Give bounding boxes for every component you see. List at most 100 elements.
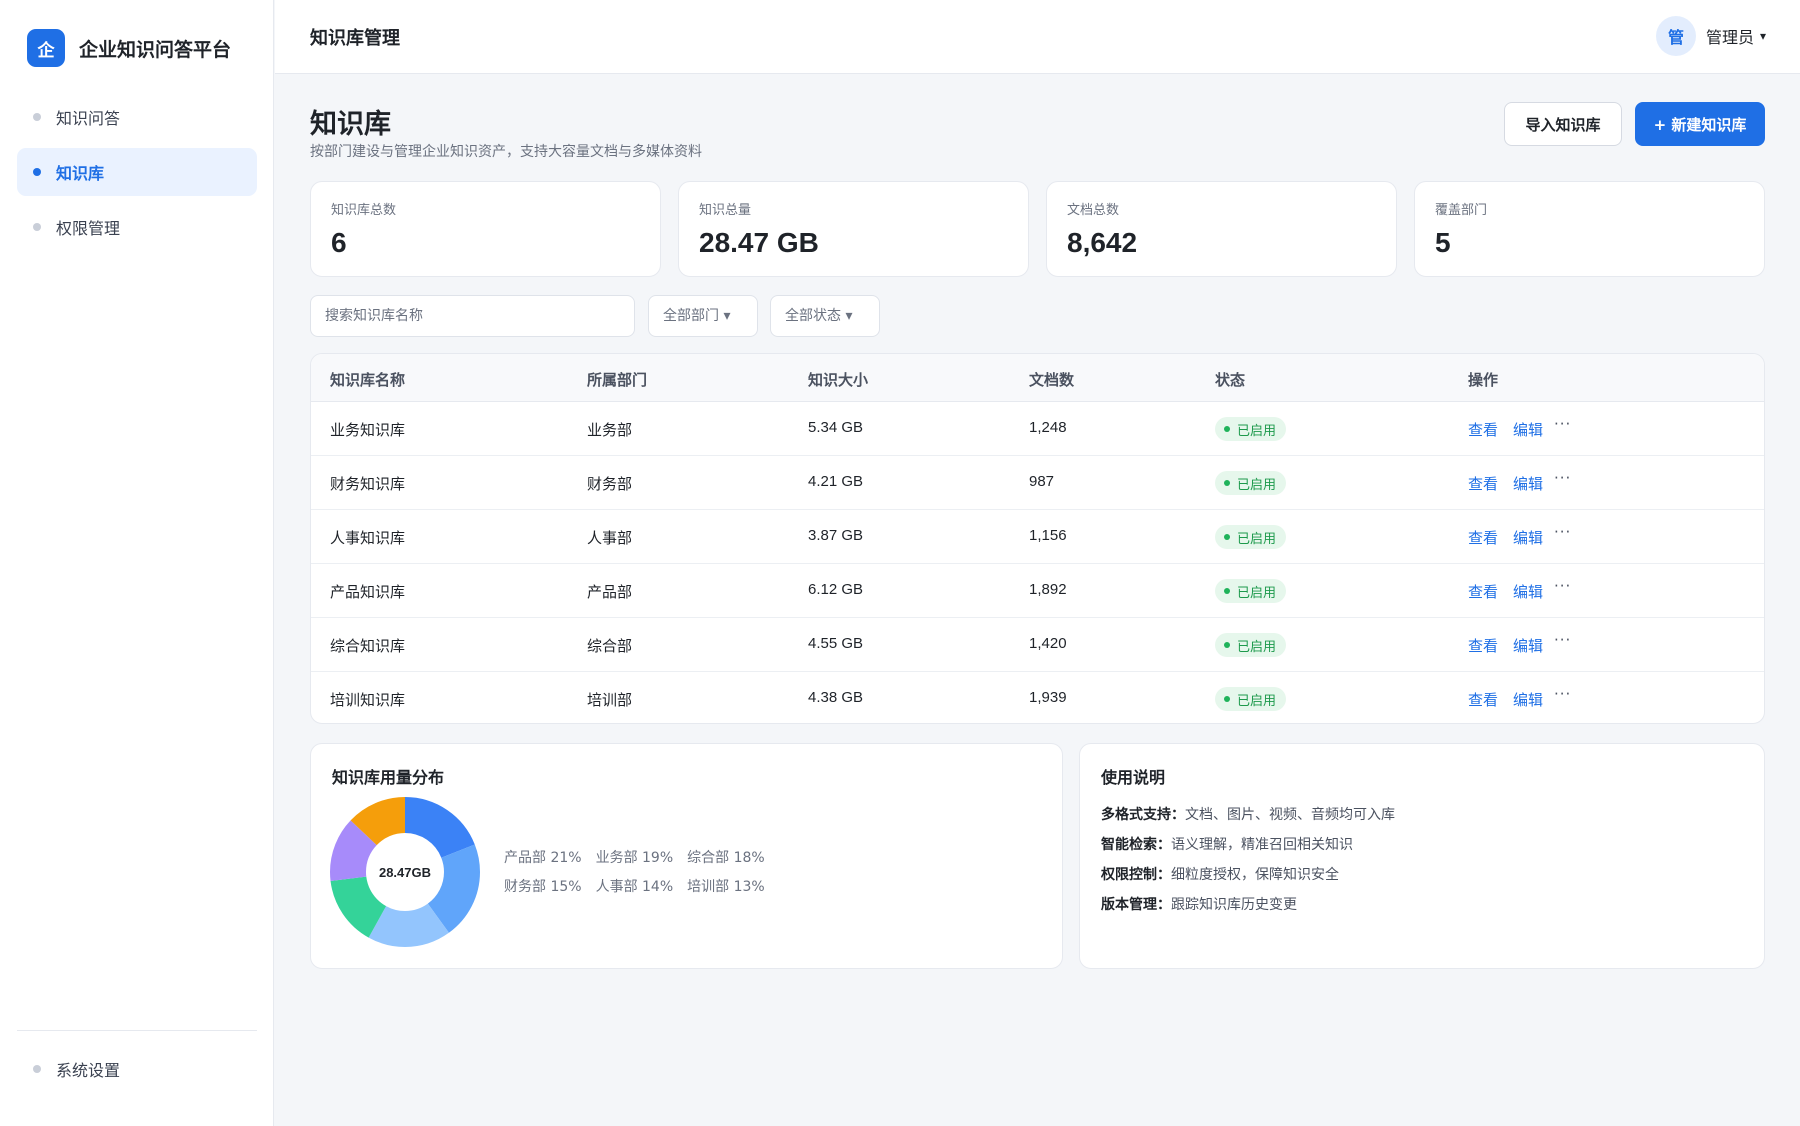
status-dot-icon [1224,588,1230,594]
more-actions-icon[interactable]: ··· [1554,685,1571,703]
search-input[interactable]: 搜索知识库名称 [310,295,635,337]
status-badge-label: 已启用 [1237,639,1277,655]
legend-item: 产品部 21% [504,850,582,866]
usage-instructions-card: 使用说明 多格式支持：文档、图片、视频、音频均可入库 智能检索：语义理解，精准召… [1079,743,1765,969]
table-header: 知识库名称 所属部门 知识大小 文档数 状态 操作 [311,354,1764,402]
view-link[interactable]: 查看 [1468,527,1498,548]
usage-legend: 产品部 21% 业务部 19% 综合部 18% 财务部 15% 人事部 14% … [504,847,804,896]
sidebar-item-label: 知识问答 [56,109,121,128]
cell-department: 财务部 [587,475,633,493]
table-row[interactable]: 培训知识库 培训部 4.38 GB 1,939 已启用 查看 编辑 ··· [311,672,1764,723]
top-bar: 知识库管理 管 管理员 ▾ [275,0,1800,74]
help-item-text: 文档、图片、视频、音频均可入库 [1185,807,1395,823]
page-subtitle: 按部门建设与管理企业知识资产，支持大容量文档与多媒体资料 [310,144,702,160]
card-title: 使用说明 [1101,768,1166,787]
status-dot-icon [1224,534,1230,540]
bullet-icon [33,1065,41,1073]
view-link[interactable]: 查看 [1468,419,1498,440]
view-link[interactable]: 查看 [1468,473,1498,494]
help-item-key: 版本管理： [1101,897,1171,913]
edit-link[interactable]: 编辑 [1513,689,1543,710]
stat-card-kb-count: 知识库总数 6 [310,181,661,277]
edit-link[interactable]: 编辑 [1513,473,1543,494]
view-link[interactable]: 查看 [1468,689,1498,710]
header-title: 知识库管理 [310,28,400,49]
bullet-icon [33,223,41,231]
sidebar-item-settings[interactable]: 系统设置 [17,1045,257,1093]
table-row[interactable]: 财务知识库 财务部 4.21 GB 987 已启用 查看 编辑 ··· [311,456,1764,510]
view-link[interactable]: 查看 [1468,581,1498,602]
legend-item: 培训部 13% [687,879,765,895]
legend-item: 人事部 14% [595,879,674,895]
user-name: 管理员 [1705,28,1754,47]
legend-item: 财务部 15% [504,879,582,895]
user-menu[interactable]: 管 管理员 ▾ [1655,16,1766,56]
status-badge-label: 已启用 [1237,477,1277,493]
table-row[interactable]: 综合知识库 综合部 4.55 GB 1,420 已启用 查看 编辑 ··· [311,618,1764,672]
cell-doc-count: 1,892 [1029,581,1067,598]
view-link[interactable]: 查看 [1468,635,1498,656]
cell-kb-name: 产品知识库 [330,583,406,601]
stat-card-total-size: 知识总量 28.47 GB [678,181,1029,277]
cell-size: 6.12 GB [808,581,864,598]
sidebar: 企 企业知识问答平台 知识问答 知识库 权限管理 系统设置 [0,0,274,1126]
status-badge-label: 已启用 [1237,531,1277,547]
cell-department: 业务部 [587,421,633,439]
sidebar-item-qa[interactable]: 知识问答 [17,93,257,141]
stat-value: 8,642 [1067,227,1138,258]
cell-department: 产品部 [587,583,633,601]
help-item-text: 跟踪知识库历史变更 [1171,897,1297,913]
help-item-key: 权限控制： [1101,867,1171,883]
more-actions-icon[interactable]: ··· [1554,523,1571,541]
status-filter-dropdown[interactable]: 全部状态 ▾ [770,295,880,337]
table-row[interactable]: 产品知识库 产品部 6.12 GB 1,892 已启用 查看 编辑 ··· [311,564,1764,618]
cell-size: 4.55 GB [808,635,864,652]
edit-link[interactable]: 编辑 [1513,635,1543,656]
column-header-status: 状态 [1215,371,1246,389]
sidebar-item-label: 系统设置 [56,1061,121,1080]
more-actions-icon[interactable]: ··· [1554,577,1571,595]
more-actions-icon[interactable]: ··· [1554,631,1571,649]
cell-size: 3.87 GB [808,527,864,544]
help-item-key: 多格式支持： [1101,807,1185,823]
department-filter-dropdown[interactable]: 全部部门 ▾ [648,295,758,337]
app-logo: 企 [27,29,65,67]
chevron-down-icon: ▾ [1759,29,1766,43]
help-item: 多格式支持：文档、图片、视频、音频均可入库 [1101,804,1395,824]
stat-label: 知识总量 [699,203,752,218]
status-badge-label: 已启用 [1237,693,1277,709]
status-dot-icon [1224,480,1230,486]
cell-doc-count: 1,156 [1029,527,1067,544]
more-actions-icon[interactable]: ··· [1554,469,1571,487]
cell-size: 4.21 GB [808,473,864,490]
table-row[interactable]: 业务知识库 业务部 5.34 GB 1,248 已启用 查看 编辑 ··· [311,402,1764,456]
sidebar-item-label: 权限管理 [56,219,121,238]
table-row[interactable]: 人事知识库 人事部 3.87 GB 1,156 已启用 查看 编辑 ··· [311,510,1764,564]
more-actions-icon[interactable]: ··· [1554,415,1571,433]
stat-card-dept-count: 覆盖部门 5 [1414,181,1765,277]
new-knowledge-base-button[interactable]: + 新建知识库 [1635,102,1765,146]
sidebar-item-knowledge-base[interactable]: 知识库 [17,148,257,196]
sidebar-item-permissions[interactable]: 权限管理 [17,203,257,251]
status-badge: 已启用 [1215,687,1287,711]
edit-link[interactable]: 编辑 [1513,419,1543,440]
cell-doc-count: 1,420 [1029,635,1067,652]
cell-doc-count: 1,939 [1029,689,1067,706]
status-badge-label: 已启用 [1237,585,1277,601]
help-item-text: 语义理解，精准召回相关知识 [1171,837,1353,853]
cell-kb-name: 财务知识库 [330,475,406,493]
sidebar-divider [17,1030,257,1031]
brand[interactable]: 企 企业知识问答平台 [27,29,231,67]
status-badge: 已启用 [1215,525,1287,549]
sidebar-nav: 知识问答 知识库 权限管理 [17,93,257,258]
cell-kb-name: 业务知识库 [330,421,406,439]
help-item: 版本管理：跟踪知识库历史变更 [1101,894,1395,914]
stat-value: 28.47 GB [699,227,819,258]
status-badge: 已启用 [1215,417,1287,441]
help-item-text: 细粒度授权，保障知识安全 [1171,867,1339,883]
edit-link[interactable]: 编辑 [1513,527,1543,548]
import-knowledge-base-button[interactable]: 导入知识库 [1504,102,1622,146]
stat-card-doc-count: 文档总数 8,642 [1046,181,1397,277]
edit-link[interactable]: 编辑 [1513,581,1543,602]
stat-value: 5 [1435,227,1451,258]
